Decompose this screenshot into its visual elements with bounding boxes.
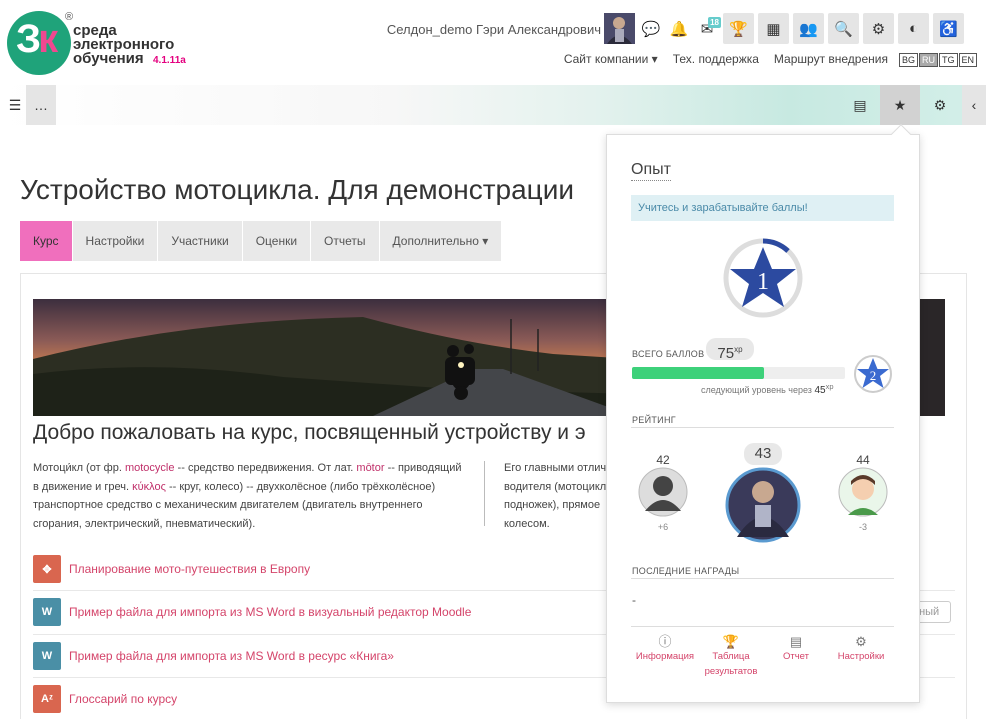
xp-footer-report[interactable]: ▤ Отчет	[775, 635, 817, 664]
messages-icon[interactable]: 💬	[639, 13, 663, 44]
settings-gear-icon[interactable]: ⚙	[925, 85, 955, 125]
intro-paragraph-2: Его главными отлич водителя (мотоцикл по…	[504, 462, 607, 530]
site-logo[interactable]: Зк ® среда электронного обучения 4.1.11a	[7, 11, 187, 77]
language-switcher: BG RU TG EN	[899, 53, 978, 67]
tab-grades[interactable]: Оценки	[242, 221, 312, 261]
report-icon: ▤	[789, 634, 803, 649]
search-icon[interactable]: 🔍	[828, 13, 859, 44]
toolbar-band	[0, 85, 986, 125]
total-points-value: 75xp	[706, 338, 754, 362]
gear-icon[interactable]: ⚙	[863, 13, 894, 44]
info-icon: ⓘ	[658, 634, 672, 649]
lang-tg[interactable]: TG	[939, 53, 958, 67]
drawer-toggle-icon[interactable]: ‹	[962, 85, 986, 125]
page-title: Устройство мотоцикла. Для демонстрации	[20, 174, 574, 205]
activity-label[interactable]: Пример файла для импорта из MS Word в ре…	[69, 649, 394, 663]
activity-glossary-icon: Aᶻ	[33, 685, 61, 713]
activity-word-import-book[interactable]: W Пример файла для импорта из MS Word в …	[33, 636, 394, 676]
activity-label[interactable]: Планирование мото-путешествия в Европу	[69, 562, 310, 576]
more-menu-icon[interactable]: …	[26, 85, 56, 125]
gear-small-icon: ⚙	[855, 634, 867, 649]
recent-rewards-label: ПОСЛЕДНИЕ НАГРАДЫ	[632, 566, 740, 576]
total-points-label: ВСЕГО БАЛЛОВ	[632, 349, 705, 359]
notifications-icon[interactable]: 🔔	[667, 13, 691, 44]
user-name[interactable]: Селдон_demo Гэри Александрович	[387, 22, 601, 37]
activity-label[interactable]: Пример файла для импорта из MS Word в ви…	[69, 605, 471, 619]
top-nav: Сайт компании ▾ Тех. поддержка Маршрут в…	[564, 52, 888, 66]
user-avatar[interactable]	[604, 13, 635, 44]
trophy-small-icon: 🏆	[722, 634, 740, 649]
xp-info-banner: Учитесь и зарабатывайте баллы!	[631, 195, 894, 221]
xp-footer-divider	[631, 626, 894, 627]
rating-divider	[631, 427, 894, 428]
messages-count-badge: 18	[708, 17, 721, 28]
activity-glossary[interactable]: Aᶻ Глоссарий по курсу	[33, 679, 177, 719]
lang-ru[interactable]: RU	[919, 53, 939, 67]
xp-progress-fill	[632, 367, 765, 379]
nav-implementation-route[interactable]: Маршрут внедрения	[774, 52, 888, 66]
tab-participants[interactable]: Участники	[158, 221, 243, 261]
next-level-number: 2	[870, 368, 877, 383]
activity-puzzle-icon: ✥	[33, 555, 61, 583]
welcome-heading: Добро пожаловать на курс, посвященный ус…	[33, 421, 586, 444]
tab-course[interactable]: Курс	[20, 221, 73, 261]
link-motor[interactable]: mōtor	[356, 462, 384, 474]
nav-company-site[interactable]: Сайт компании ▾	[564, 52, 658, 66]
activity-word-file-icon: W	[33, 642, 61, 670]
link-motocycle[interactable]: motocycle	[125, 462, 175, 474]
next-level-badge: 2	[853, 354, 893, 394]
xp-footer-leaderboard[interactable]: 🏆 Таблица результатов	[700, 635, 762, 679]
logo-version: 4.1.11a	[153, 55, 186, 66]
next-level-info: следующий уровень через 45xp	[701, 382, 834, 396]
logo-registered-mark: ®	[65, 11, 74, 23]
lang-en[interactable]: EN	[958, 53, 978, 67]
current-level-badge: 1	[722, 237, 804, 319]
user-avatar-placeholder	[638, 467, 688, 517]
link-kyklos[interactable]: κύκλος	[132, 481, 166, 493]
toggle-icon[interactable]: ◐	[898, 13, 929, 44]
tab-reports[interactable]: Отчеты	[311, 221, 380, 261]
rating-label: РЕЙТИНГ	[632, 415, 676, 425]
xp-title: Опыт	[631, 161, 671, 181]
course-tabs: Курс Настройки Участники Оценки Отчеты Д…	[20, 221, 503, 261]
column-divider	[484, 461, 485, 526]
intro-paragraph: Мотоци́кл (от фр. motocycle -- средство …	[33, 462, 462, 530]
xp-footer-info[interactable]: ⓘ Информация	[634, 635, 696, 664]
tab-settings[interactable]: Настройки	[72, 221, 159, 261]
list-icon[interactable]: ▤	[845, 85, 875, 125]
dashboard-icon[interactable]: ▦	[758, 13, 789, 44]
activity-word-file-icon: W	[33, 598, 61, 626]
xp-block-icon[interactable]: ★	[880, 85, 920, 125]
recent-rewards-value: -	[632, 593, 636, 607]
user-toolbar: 💬 🔔 ✉ 18 🏆 ▦ 👥 🔍 ⚙ ◐ ♿	[604, 13, 964, 45]
xp-progress-bar	[632, 367, 845, 379]
rating-entry-44[interactable]: 44 -3	[837, 453, 889, 532]
recent-rewards-divider	[631, 578, 894, 579]
activity-trip-planning[interactable]: ✥ Планирование мото-путешествия в Европу	[33, 549, 310, 589]
logo-mark: Зк	[7, 11, 71, 75]
xp-footer-settings[interactable]: ⚙ Настройки	[832, 635, 890, 664]
nav-tech-support[interactable]: Тех. поддержка	[673, 52, 759, 66]
accessibility-icon[interactable]: ♿	[933, 13, 964, 44]
activity-word-import-editor[interactable]: W Пример файла для импорта из MS Word в …	[33, 592, 471, 632]
trophy-icon[interactable]: 🏆	[723, 13, 754, 44]
tab-more[interactable]: Дополнительно ▾	[379, 221, 503, 261]
messages-count-icon[interactable]: ✉ 18	[695, 13, 721, 44]
activity-label[interactable]: Глоссарий по курсу	[69, 692, 177, 706]
current-level-number: 1	[757, 269, 769, 295]
rating-entry-42[interactable]: 42 +6	[637, 453, 689, 532]
lang-bg[interactable]: BG	[899, 53, 919, 67]
rating-entry-43[interactable]: 43	[724, 443, 802, 548]
current-user-avatar	[725, 467, 801, 543]
users-icon[interactable]: 👥	[793, 13, 824, 44]
user-avatar-cartoon	[838, 467, 888, 517]
